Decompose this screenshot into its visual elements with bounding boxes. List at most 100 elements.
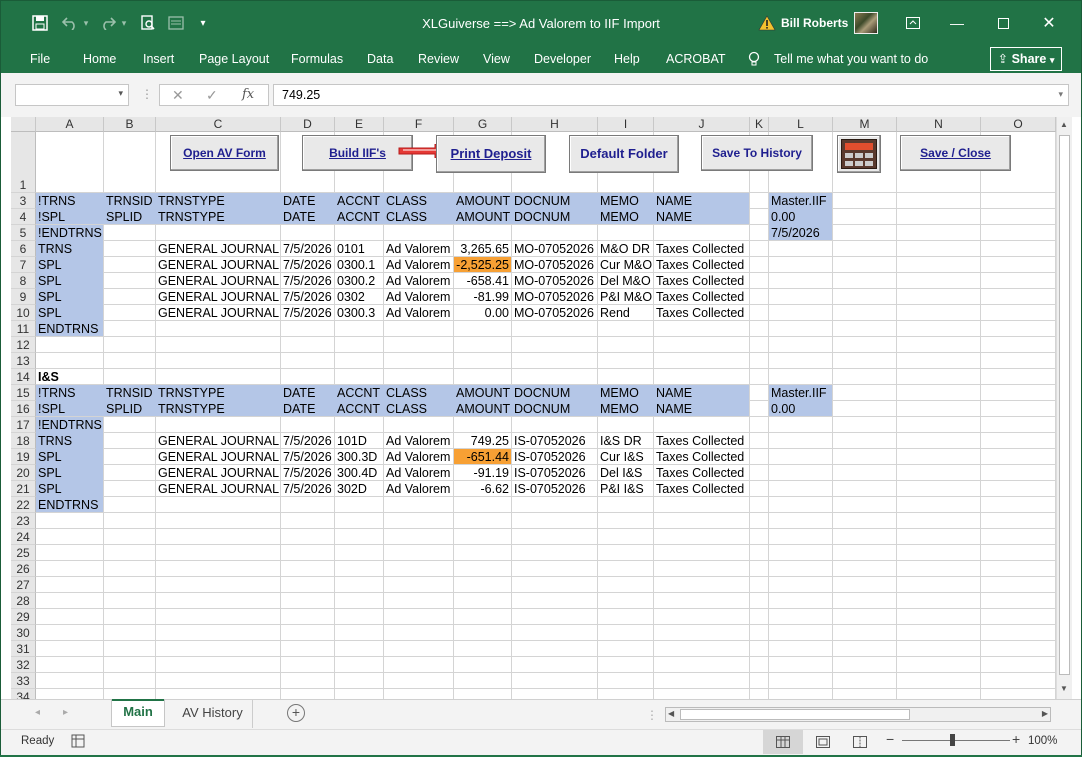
save-to-history-button[interactable]: Save To History (701, 135, 813, 171)
avatar[interactable] (853, 1, 879, 45)
cell-d9[interactable]: 7/5/2026 (281, 289, 334, 304)
cell-d4[interactable]: DATE (281, 209, 334, 224)
cell-i9[interactable]: P&I M&O (598, 289, 653, 304)
row-header-6[interactable]: 6 (11, 241, 36, 257)
worksheet-grid[interactable]: ABCDEFGHIJKLMNO 1 3 4 5 6 7 8 9 10 11 12 13 14 15 16 17… (11, 117, 1056, 699)
cell-f19[interactable]: Ad Valorem (384, 449, 453, 464)
cell-c10[interactable]: GENERAL JOURNAL (156, 305, 280, 320)
zoom-level[interactable]: 100% (1028, 735, 1057, 747)
customize-qat-icon[interactable]: ▾ (195, 1, 211, 45)
cell-h18[interactable]: IS-07052026 (512, 433, 597, 448)
cell-l16[interactable]: 0.00 (769, 401, 832, 416)
scroll-up-icon[interactable]: ▲ (1060, 120, 1068, 129)
ribbon-display-options-icon[interactable] (901, 1, 925, 45)
cell-e21[interactable]: 302D (335, 481, 383, 496)
cell-g7[interactable]: -2,525.25 (454, 257, 511, 272)
cell-f9[interactable]: Ad Valorem (384, 289, 453, 304)
redo-icon[interactable] (97, 1, 119, 45)
tab-split-grip-icon[interactable]: ⋮ (646, 708, 658, 722)
cell-g8[interactable]: -658.41 (454, 273, 511, 288)
row-header-10[interactable]: 10 (11, 305, 36, 321)
cell-b4[interactable]: SPLID (104, 209, 155, 224)
cell-h20[interactable]: IS-07052026 (512, 465, 597, 480)
cell-c21[interactable]: GENERAL JOURNAL (156, 481, 280, 496)
scroll-down-icon[interactable]: ▼ (1060, 684, 1068, 693)
cell-g20[interactable]: -91.19 (454, 465, 511, 480)
scroll-right-icon[interactable]: ▶ (1042, 709, 1048, 718)
cell-c19[interactable]: GENERAL JOURNAL (156, 449, 280, 464)
cell-l15[interactable]: Master.IIF (769, 385, 832, 400)
cell-j7[interactable]: Taxes Collected (654, 257, 749, 272)
cell-d18[interactable]: 7/5/2026 (281, 433, 334, 448)
form-icon[interactable] (165, 1, 187, 45)
undo-icon[interactable] (59, 1, 81, 45)
select-all-corner[interactable] (11, 117, 36, 132)
tab-file[interactable]: File (30, 45, 50, 73)
cell-h10[interactable]: MO-07052026 (512, 305, 597, 320)
cell-d15[interactable]: DATE (281, 385, 334, 400)
normal-view-icon[interactable] (763, 730, 803, 754)
scroll-left-icon[interactable]: ◀ (668, 709, 674, 718)
row-header-33[interactable]: 33 (11, 673, 36, 689)
row-header-16[interactable]: 16 (11, 401, 36, 417)
cell-d19[interactable]: 7/5/2026 (281, 449, 334, 464)
cell-f15[interactable]: CLASS (384, 385, 453, 400)
cell-g21[interactable]: -6.62 (454, 481, 511, 496)
cell-g4[interactable]: AMOUNT (454, 209, 511, 224)
row-header-32[interactable]: 32 (11, 657, 36, 673)
tell-me-search[interactable]: Tell me what you want to do (774, 45, 928, 73)
print-preview-icon[interactable] (137, 1, 159, 45)
next-sheet-icon[interactable]: ▸ (63, 707, 68, 718)
column-header-e[interactable]: E (335, 117, 384, 132)
tab-formulas[interactable]: Formulas (291, 45, 343, 73)
cell-f18[interactable]: Ad Valorem (384, 433, 453, 448)
cell-g19[interactable]: -651.44 (454, 449, 511, 464)
undo-dropdown-icon[interactable]: ▾ (81, 1, 91, 45)
cell-d20[interactable]: 7/5/2026 (281, 465, 334, 480)
column-header-d[interactable]: D (281, 117, 335, 132)
tab-review[interactable]: Review (418, 45, 459, 73)
minimize-icon[interactable]: — (945, 1, 969, 45)
horizontal-scrollbar[interactable]: ◀ ▶ (665, 707, 1051, 722)
cell-l4[interactable]: 0.00 (769, 209, 832, 224)
warning-icon[interactable] (757, 1, 777, 45)
cell-g18[interactable]: 749.25 (454, 433, 511, 448)
save-close-button[interactable]: Save / Close (900, 135, 1011, 171)
cell-a20[interactable]: SPL (36, 465, 103, 480)
cell-c20[interactable]: GENERAL JOURNAL (156, 465, 280, 480)
expand-formula-icon[interactable]: ▾ (1058, 89, 1063, 100)
cell-i19[interactable]: Cur I&S (598, 449, 653, 464)
row-header-15[interactable]: 15 (11, 385, 36, 401)
cell-j3[interactable]: NAME (654, 193, 749, 208)
column-header-b[interactable]: B (104, 117, 156, 132)
cell-c8[interactable]: GENERAL JOURNAL (156, 273, 280, 288)
cell-b3[interactable]: TRNSID (104, 193, 155, 208)
cell-i3[interactable]: MEMO (598, 193, 653, 208)
column-header-m[interactable]: M (833, 117, 897, 132)
row-header-30[interactable]: 30 (11, 625, 36, 641)
tab-developer[interactable]: Developer (534, 45, 591, 73)
cell-c18[interactable]: GENERAL JOURNAL (156, 433, 280, 448)
cell-a16[interactable]: !SPL (36, 401, 103, 416)
cell-i16[interactable]: MEMO (598, 401, 653, 416)
cell-e9[interactable]: 0302 (335, 289, 383, 304)
add-sheet-icon[interactable]: + (287, 704, 305, 722)
row-header-26[interactable]: 26 (11, 561, 36, 577)
column-header-a[interactable]: A (36, 117, 104, 132)
row-header-22[interactable]: 22 (11, 497, 36, 513)
cell-i21[interactable]: P&I I&S (598, 481, 653, 496)
row-header-19[interactable]: 19 (11, 449, 36, 465)
row-header-12[interactable]: 12 (11, 337, 36, 353)
zoom-in-icon[interactable]: + (1012, 731, 1020, 747)
cell-j20[interactable]: Taxes Collected (654, 465, 749, 480)
cell-a6[interactable]: TRNS (36, 241, 103, 256)
column-header-f[interactable]: F (384, 117, 454, 132)
cell-f20[interactable]: Ad Valorem (384, 465, 453, 480)
cell-g3[interactable]: AMOUNT (454, 193, 511, 208)
row-header-4[interactable]: 4 (11, 209, 36, 225)
cell-c15[interactable]: TRNSTYPE (156, 385, 280, 400)
cell-g6[interactable]: 3,265.65 (454, 241, 511, 256)
tab-acrobat[interactable]: ACROBAT (666, 45, 726, 73)
open-av-form-button[interactable]: Open AV Form (170, 135, 279, 171)
enter-icon[interactable]: ✓ (206, 87, 218, 104)
